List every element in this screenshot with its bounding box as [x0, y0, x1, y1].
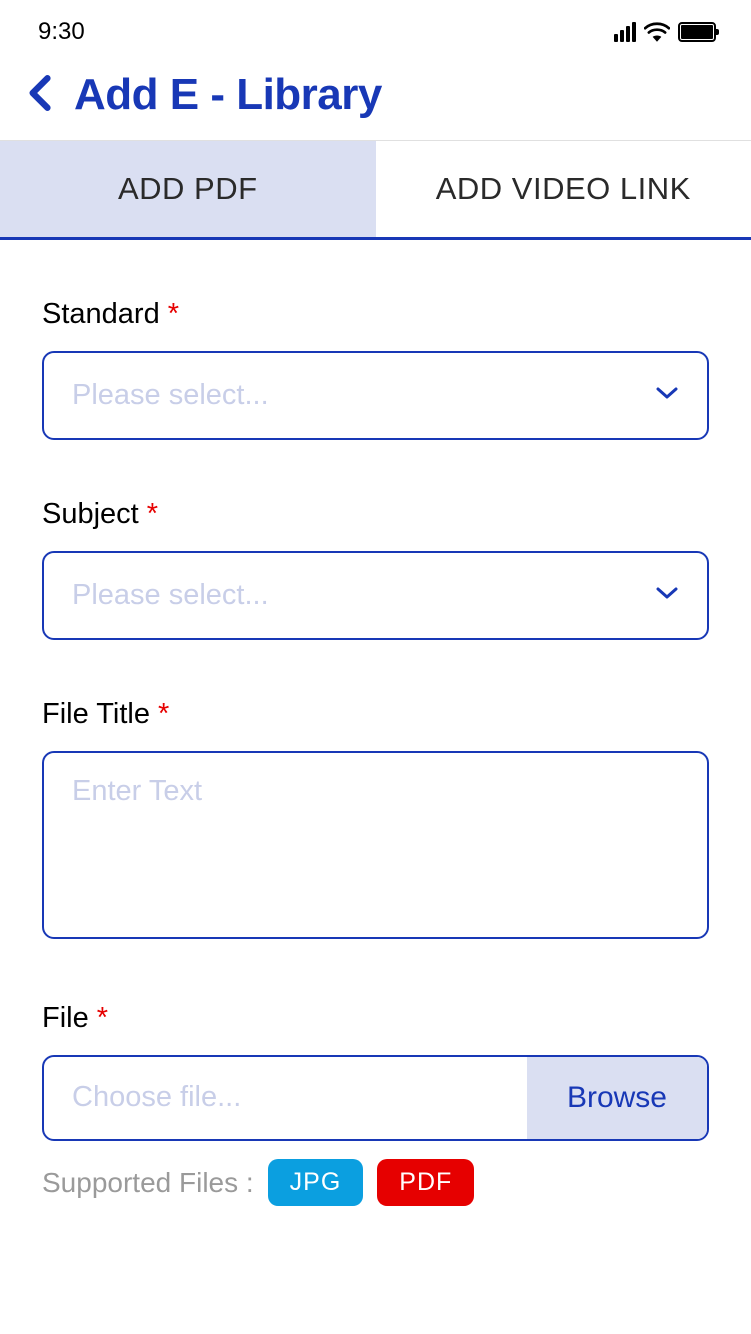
standard-field-group: Standard * Please select...	[42, 298, 709, 440]
file-title-label: File Title *	[42, 698, 709, 731]
status-indicators	[614, 22, 716, 42]
tab-add-video-link[interactable]: ADD VIDEO LINK	[376, 141, 751, 237]
chevron-down-icon	[655, 386, 679, 405]
status-bar: 9:30	[0, 0, 751, 56]
badge-pdf: PDF	[377, 1159, 474, 1206]
required-mark: *	[147, 498, 158, 530]
page-header: Add E - Library	[0, 56, 751, 140]
status-time: 9:30	[38, 18, 85, 46]
tabs: ADD PDF ADD VIDEO LINK	[0, 140, 751, 240]
required-mark: *	[97, 1002, 108, 1034]
browse-button[interactable]: Browse	[527, 1057, 707, 1139]
subject-placeholder: Please select...	[72, 579, 269, 612]
back-icon[interactable]	[24, 74, 54, 117]
cellular-signal-icon	[614, 22, 636, 42]
file-placeholder: Choose file...	[44, 1057, 527, 1139]
standard-placeholder: Please select...	[72, 379, 269, 412]
wifi-icon	[644, 22, 670, 42]
page-title: Add E - Library	[74, 70, 382, 120]
required-mark: *	[158, 698, 169, 730]
tab-add-pdf[interactable]: ADD PDF	[0, 141, 376, 237]
badge-jpg: JPG	[268, 1159, 364, 1206]
subject-select[interactable]: Please select...	[42, 551, 709, 640]
battery-icon	[678, 22, 716, 42]
file-picker: Choose file... Browse	[42, 1055, 709, 1141]
supported-files-label: Supported Files :	[42, 1167, 254, 1199]
subject-label: Subject *	[42, 498, 709, 531]
standard-select[interactable]: Please select...	[42, 351, 709, 440]
file-title-field-group: File Title *	[42, 698, 709, 944]
form-container: Standard * Please select... Subject * Pl…	[0, 298, 751, 1206]
supported-files-row: Supported Files : JPG PDF	[42, 1159, 709, 1206]
file-field-group: File * Choose file... Browse Supported F…	[42, 1002, 709, 1206]
chevron-down-icon	[655, 586, 679, 605]
subject-field-group: Subject * Please select...	[42, 498, 709, 640]
required-mark: *	[168, 298, 179, 330]
file-title-input[interactable]	[42, 751, 709, 939]
standard-label: Standard *	[42, 298, 709, 331]
file-label: File *	[42, 1002, 709, 1035]
